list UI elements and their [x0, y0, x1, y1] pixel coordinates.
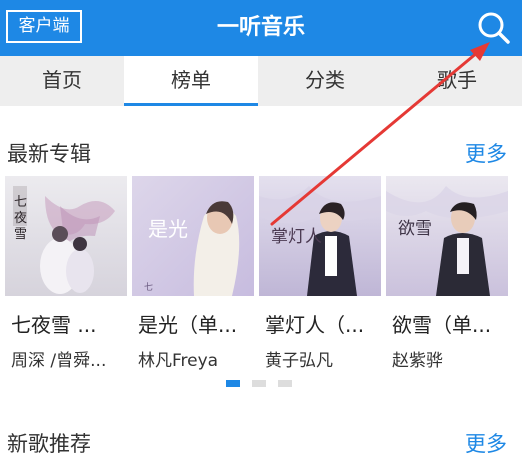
- album-artist[interactable]: 黄子弘凡: [265, 346, 385, 371]
- album-name[interactable]: 欲雪（单...: [392, 309, 512, 338]
- album-cover[interactable]: 掌灯人: [259, 176, 381, 296]
- tab-bar: 首页 榜单 分类 歌手: [0, 56, 522, 106]
- album-cover[interactable]: 七 夜 雪: [5, 176, 127, 296]
- album-artist[interactable]: 林凡Freya: [138, 346, 258, 371]
- new-songs-more-link[interactable]: 更多: [465, 428, 507, 458]
- carousel-dot[interactable]: [278, 380, 292, 387]
- album-cover[interactable]: 欲雪: [386, 176, 508, 296]
- album-cover[interactable]: 是光 七: [132, 176, 254, 296]
- album-name[interactable]: 七夜雪 ...: [11, 309, 131, 338]
- tab-label: 分类: [305, 68, 345, 92]
- album-card[interactable]: 是光 七 是光（单... 林凡Freya: [132, 176, 254, 371]
- svg-text:掌灯人: 掌灯人: [271, 227, 322, 247]
- svg-text:七: 七: [14, 195, 27, 210]
- album-name[interactable]: 是光（单...: [138, 309, 258, 338]
- album-card[interactable]: 七 夜 雪 七夜雪 ... 周深 /曾舜...: [5, 176, 127, 371]
- carousel-dot[interactable]: [226, 380, 240, 387]
- tab-label: 榜单: [171, 68, 211, 92]
- active-tab-indicator: [124, 103, 258, 106]
- app-header: 客户端 一听音乐: [0, 0, 522, 56]
- album-name[interactable]: 掌灯人（...: [265, 309, 385, 338]
- tab-home[interactable]: 首页: [0, 56, 124, 106]
- album-card[interactable]: 掌灯人 掌灯人（... 黄子弘凡: [259, 176, 381, 371]
- album-artist[interactable]: 周深 /曾舜...: [11, 346, 131, 371]
- svg-text:七: 七: [144, 282, 153, 293]
- svg-text:夜: 夜: [14, 211, 27, 226]
- client-button[interactable]: 客户端: [6, 10, 82, 43]
- latest-albums-title: 最新专辑: [7, 142, 91, 166]
- search-button[interactable]: [472, 6, 516, 50]
- svg-text:雪: 雪: [14, 227, 27, 242]
- tab-singers[interactable]: 歌手: [392, 56, 522, 106]
- tab-label: 歌手: [437, 68, 477, 92]
- tab-label: 首页: [42, 68, 82, 92]
- search-icon: [478, 12, 510, 44]
- album-card[interactable]: 欲雪 欲雪（单... 赵紫骅: [386, 176, 508, 371]
- carousel-dot[interactable]: [252, 380, 266, 387]
- tab-categories[interactable]: 分类: [258, 56, 392, 106]
- new-songs-title: 新歌推荐: [7, 432, 91, 456]
- svg-text:是光: 是光: [148, 217, 188, 241]
- carousel-page-indicator: [226, 380, 296, 390]
- album-artist[interactable]: 赵紫骅: [392, 346, 512, 371]
- svg-text:欲雪: 欲雪: [398, 219, 432, 239]
- latest-albums-more-link[interactable]: 更多: [465, 138, 507, 168]
- tab-charts[interactable]: 榜单: [124, 56, 258, 106]
